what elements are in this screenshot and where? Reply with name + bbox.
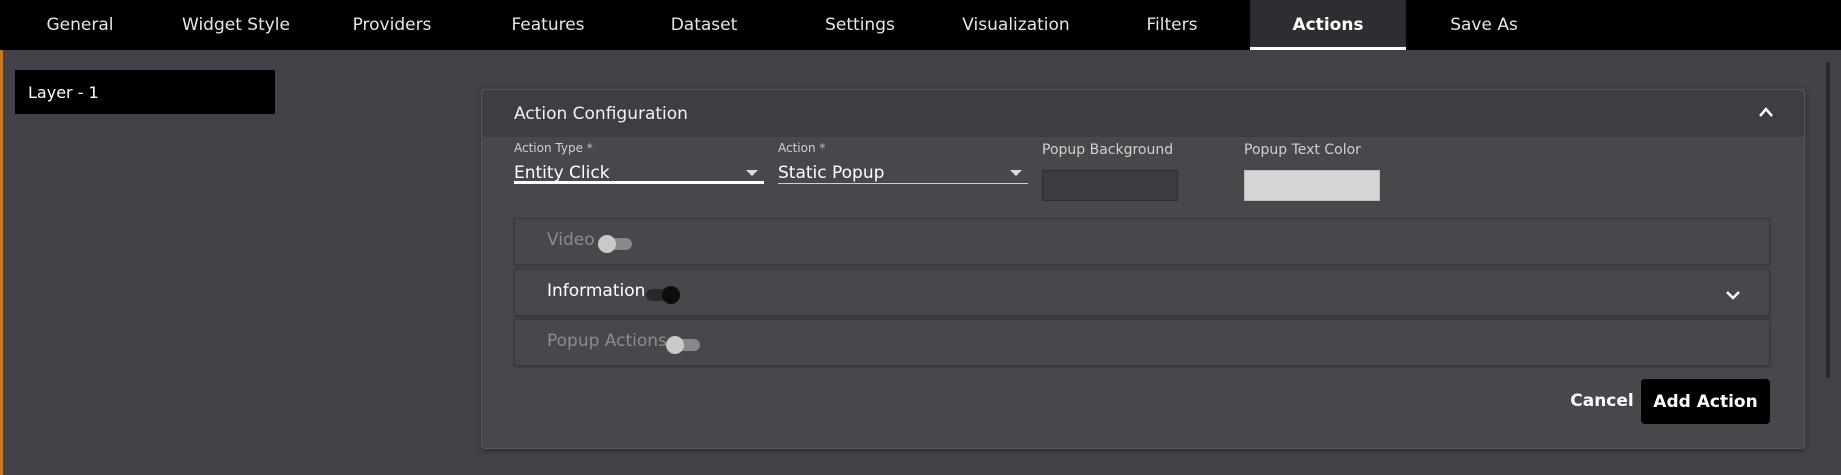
video-toggle[interactable]: [598, 235, 632, 253]
popup-actions-section[interactable]: Popup Actions: [514, 319, 1770, 366]
tab-save-as[interactable]: Save As: [1406, 0, 1562, 50]
select-underline: [514, 181, 764, 184]
tab-widget-style[interactable]: Widget Style: [158, 0, 314, 50]
popup-background-label: Popup Background: [1042, 142, 1174, 158]
information-toggle[interactable]: [646, 286, 680, 304]
information-section-label: Information: [547, 281, 646, 301]
add-action-button[interactable]: Add Action: [1641, 379, 1770, 424]
dropdown-arrow-icon: [746, 170, 758, 176]
action-value: Static Popup: [778, 163, 885, 183]
tab-filters[interactable]: Filters: [1094, 0, 1250, 50]
tab-dataset[interactable]: Dataset: [626, 0, 782, 50]
tab-features[interactable]: Features: [470, 0, 626, 50]
chevron-up-icon[interactable]: [1758, 106, 1774, 118]
action-configuration-panel: Action Configuration Action Type * Entit…: [481, 89, 1805, 449]
vertical-scrollbar[interactable]: [1826, 62, 1830, 378]
top-tab-bar: General Widget Style Providers Features …: [0, 0, 1841, 50]
panel-header[interactable]: Action Configuration: [482, 90, 1804, 137]
action-type-value: Entity Click: [514, 163, 610, 183]
tab-settings[interactable]: Settings: [782, 0, 938, 50]
tab-visualization[interactable]: Visualization: [938, 0, 1094, 50]
popup-background-color-picker[interactable]: [1042, 170, 1178, 201]
popup-actions-section-label: Popup Actions: [547, 331, 667, 351]
dropdown-arrow-icon: [1010, 170, 1022, 176]
video-section[interactable]: Video: [514, 218, 1770, 265]
information-section[interactable]: Information: [514, 269, 1770, 316]
select-underline: [778, 183, 1028, 184]
video-section-label: Video: [547, 230, 595, 250]
popup-text-color-label: Popup Text Color: [1244, 142, 1361, 158]
tab-general[interactable]: General: [2, 0, 158, 50]
panel-title: Action Configuration: [514, 104, 688, 124]
tab-actions[interactable]: Actions: [1250, 0, 1406, 50]
cancel-button[interactable]: Cancel: [1548, 379, 1656, 423]
popup-text-color-picker[interactable]: [1244, 170, 1380, 201]
chevron-down-icon[interactable]: [1725, 289, 1741, 301]
layer-item[interactable]: Layer - 1: [15, 70, 275, 114]
tab-providers[interactable]: Providers: [314, 0, 470, 50]
action-select[interactable]: Static Popup: [778, 136, 1028, 184]
popup-actions-toggle[interactable]: [666, 336, 700, 354]
action-type-select[interactable]: Entity Click: [514, 136, 764, 184]
left-edge-accent: [0, 50, 3, 475]
